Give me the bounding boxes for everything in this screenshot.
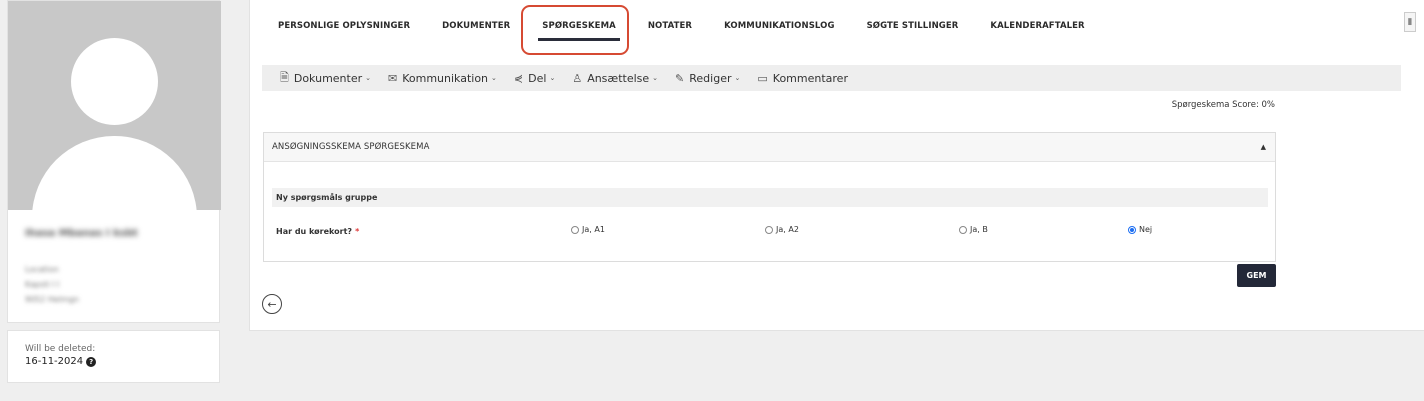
avatar — [8, 1, 221, 210]
toolbar-del[interactable]: ⋞ Del ⌄ — [514, 72, 555, 85]
deletion-date-row: 16-11-2024 ? — [25, 356, 219, 367]
question-group-header: Ny spørgsmåls gruppe — [272, 188, 1268, 207]
deletion-label: Will be deleted: — [25, 344, 96, 354]
question-group-title: Ny spørgsmåls gruppe — [276, 193, 378, 202]
panel-header[interactable]: ANSØGNINGSSKEMA SPØRGESKEMA ▲ — [264, 133, 1275, 162]
radio-label: Ja, B — [970, 225, 988, 234]
chevron-down-icon: ⌄ — [549, 74, 556, 82]
questionnaire-panel: ANSØGNINGSSKEMA SPØRGESKEMA ▲ Ny spørgsm… — [263, 132, 1276, 262]
user-check-icon: ♙ — [572, 71, 583, 85]
toolbar-ansaettelse[interactable]: ♙ Ansættelse ⌄ — [572, 72, 658, 85]
chevron-down-icon: ⌄ — [365, 74, 371, 82]
radio-label: Ja, A1 — [582, 225, 605, 234]
profile-meta-line: Kapsti I I — [25, 280, 60, 289]
share-icon: ⋞ — [513, 71, 524, 85]
envelope-icon: ✉ — [388, 71, 398, 85]
profile-card: Ihasa Mbanas I ksbt Location Kapsti I I … — [7, 0, 221, 323]
tab-bar: PERSONLIGE OPLYSNINGER DOKUMENTER SPØRGE… — [262, 0, 1101, 52]
chevron-down-icon: ⌄ — [491, 74, 497, 82]
toolbar-label: Kommunikation — [402, 71, 489, 85]
back-arrow-icon[interactable]: ← — [262, 294, 282, 314]
profile-name: Ihasa Mbanas I ksbt — [25, 228, 138, 239]
panel-title: ANSØGNINGSSKEMA SPØRGESKEMA — [272, 142, 430, 152]
comment-icon: ▭ — [757, 71, 768, 85]
toolbar-label: Ansættelse — [587, 71, 650, 85]
toolbar-dokumenter[interactable]: 🗎 Dokumenter ⌄ — [280, 69, 371, 88]
radio-label: Ja, A2 — [776, 225, 799, 234]
question-label: Har du kørekort? * — [276, 227, 359, 236]
toolbar-label: Del — [528, 71, 547, 85]
save-button[interactable]: GEM — [1237, 264, 1276, 287]
tab-dokumenter[interactable]: DOKUMENTER — [426, 0, 526, 52]
radio-button-selected[interactable] — [1128, 225, 1136, 234]
deletion-card: Will be deleted: 16-11-2024 ? — [7, 330, 220, 383]
radio-button[interactable] — [959, 225, 967, 234]
radio-label: Nej — [1139, 225, 1153, 234]
tab-kalenderaftaler[interactable]: KALENDERAFTALER — [974, 0, 1100, 52]
radio-option-ja-b[interactable]: Ja, B — [959, 225, 988, 234]
questionnaire-score: Spørgeskema Score: 0% — [1171, 100, 1275, 110]
tab-soegte-stillinger[interactable]: SØGTE STILLINGER — [851, 0, 975, 52]
toolbar-label: Dokumenter — [293, 71, 363, 85]
tab-kommunikationslog[interactable]: KOMMUNIKATIONSLOG — [708, 0, 850, 52]
help-icon[interactable]: ? — [86, 356, 97, 367]
radio-button[interactable] — [571, 225, 579, 234]
collapse-up-icon[interactable]: ▲ — [1261, 143, 1266, 151]
chevron-down-icon: ⌄ — [652, 74, 659, 82]
document-icon: 🗎 — [280, 70, 289, 84]
toolbar-rediger[interactable]: ✎ Rediger ⌄ — [675, 72, 740, 85]
action-toolbar: 🗎 Dokumenter ⌄ ✉ Kommunikation ⌄ ⋞ Del ⌄… — [262, 65, 1401, 91]
main-panel: PERSONLIGE OPLYSNINGER DOKUMENTER SPØRGE… — [249, 0, 1424, 331]
avatar-shoulders-shape — [32, 136, 197, 210]
user-profile-icon[interactable]: ▮ — [1404, 12, 1416, 32]
edit-icon: ✎ — [675, 71, 685, 85]
avatar-head-shape — [71, 38, 158, 125]
tab-spoergeskema[interactable]: SPØRGESKEMA — [526, 0, 632, 52]
chevron-down-icon: ⌄ — [734, 74, 741, 82]
radio-option-ja-a2[interactable]: Ja, A2 — [765, 225, 799, 234]
deletion-date: 16-11-2024 — [25, 356, 84, 367]
toolbar-kommentarer[interactable]: ▭ Kommentarer — [757, 72, 848, 85]
radio-button[interactable] — [765, 225, 773, 234]
profile-meta-line: 9052 Helmgn — [25, 295, 80, 304]
tab-personlige-oplysninger[interactable]: PERSONLIGE OPLYSNINGER — [262, 0, 426, 52]
toolbar-kommunikation[interactable]: ✉ Kommunikation ⌄ — [388, 72, 497, 85]
toolbar-label: Kommentarer — [772, 71, 848, 85]
radio-option-nej[interactable]: Nej — [1128, 225, 1152, 234]
tab-notater[interactable]: NOTATER — [632, 0, 708, 52]
question-text: Har du kørekort? — [276, 227, 353, 236]
profile-meta-line: Location — [25, 265, 59, 274]
radio-option-ja-a1[interactable]: Ja, A1 — [571, 225, 605, 234]
required-mark: * — [355, 227, 360, 236]
toolbar-label: Rediger — [689, 71, 732, 85]
